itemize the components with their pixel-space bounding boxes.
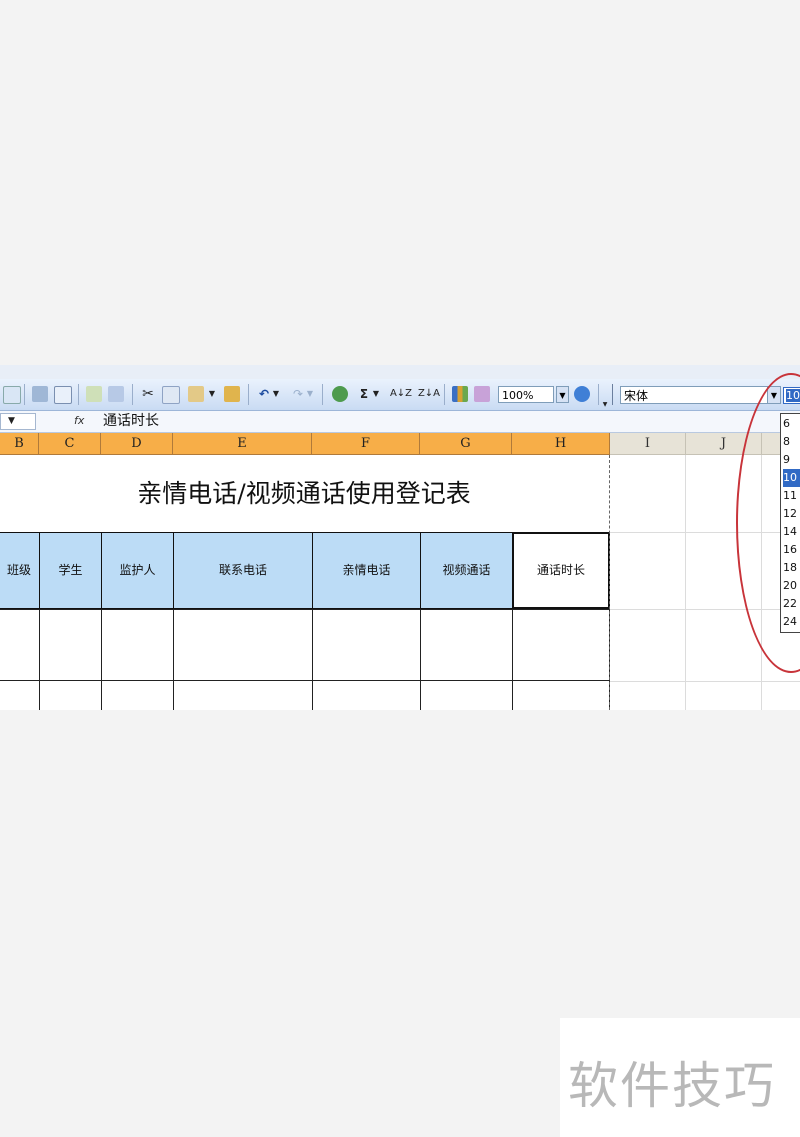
- table-cell[interactable]: [173, 680, 313, 710]
- redo-icon[interactable]: ↷: [290, 385, 306, 403]
- menu-item-format[interactable]: [160, 365, 204, 379]
- font-name-select[interactable]: 宋体: [620, 386, 768, 404]
- copy-icon[interactable]: [162, 386, 180, 404]
- header-cell-student[interactable]: 学生: [39, 532, 102, 609]
- chevron-down-icon[interactable]: ▼: [556, 386, 569, 403]
- header-cell-guardian[interactable]: 监护人: [101, 532, 174, 609]
- toolbar-separator: [24, 384, 25, 405]
- cut-icon[interactable]: ✂: [140, 385, 156, 403]
- column-headers: B C D E F G H I J: [0, 433, 800, 455]
- sort-descending-icon[interactable]: Z↓A: [416, 385, 442, 403]
- fx-icon[interactable]: fx: [74, 414, 84, 427]
- menu-item-window[interactable]: [340, 365, 384, 379]
- table-cell[interactable]: [0, 609, 40, 681]
- column-header[interactable]: G: [420, 433, 512, 455]
- menu-item-help[interactable]: [400, 365, 444, 379]
- menu-bar: [0, 365, 800, 379]
- chevron-down-icon[interactable]: ▼: [372, 385, 380, 403]
- spelling-icon[interactable]: [86, 386, 102, 402]
- hyperlink-icon[interactable]: [332, 386, 348, 402]
- print-icon[interactable]: [32, 386, 48, 402]
- toolbar-separator: [598, 384, 599, 405]
- menu-item-data[interactable]: [280, 365, 324, 379]
- toolbar-separator: [248, 384, 249, 405]
- header-cell-video-call[interactable]: 视频通话: [420, 532, 513, 609]
- menu-item-tools[interactable]: [220, 365, 264, 379]
- table-cell[interactable]: [39, 680, 102, 710]
- title-cell[interactable]: 亲情电话/视频通话使用登记表: [0, 455, 608, 532]
- chevron-down-icon[interactable]: ▼: [8, 413, 15, 429]
- toolbar-separator: [322, 384, 323, 405]
- header-cell-family-call[interactable]: 亲情电话: [312, 532, 421, 609]
- table-cell[interactable]: [0, 680, 40, 710]
- chevron-down-icon[interactable]: ▼: [306, 385, 314, 403]
- column-header[interactable]: I: [610, 433, 686, 455]
- toolbar-separator: [612, 384, 613, 405]
- table-cell[interactable]: [39, 609, 102, 681]
- help-icon[interactable]: [574, 386, 590, 402]
- table-cell[interactable]: [101, 680, 174, 710]
- paste-icon[interactable]: [188, 386, 204, 402]
- research-icon[interactable]: [108, 386, 124, 402]
- name-box[interactable]: [0, 413, 36, 430]
- standard-toolbar: ✂ ▼ ↶ ▼ ↷ ▼ Σ ▼ A↓Z Z↓A 100% ▼ ▼ 宋体 ▼ 10: [0, 379, 800, 411]
- menu-item-insert[interactable]: [104, 365, 144, 379]
- header-cell-phone[interactable]: 联系电话: [173, 532, 313, 609]
- table-cell[interactable]: [312, 680, 421, 710]
- undo-icon[interactable]: ↶: [256, 385, 272, 403]
- formula-bar: ▼ fx 通话时长: [0, 411, 800, 433]
- table-cell[interactable]: [512, 680, 610, 710]
- toolbar-separator: [444, 384, 445, 405]
- table-cell[interactable]: [101, 609, 174, 681]
- table-cell[interactable]: [420, 609, 513, 681]
- page-break-line: [609, 455, 610, 710]
- sheet-title: 亲情电话/视频通话使用登记表: [137, 479, 471, 508]
- drawing-icon[interactable]: [474, 386, 490, 402]
- worksheet-grid[interactable]: 亲情电话/视频通话使用登记表 班级 学生 监护人 联系电话 亲情电话 视频通话 …: [0, 455, 800, 710]
- autosum-icon[interactable]: Σ: [356, 385, 372, 403]
- grid-line: [685, 455, 686, 710]
- column-header[interactable]: D: [101, 433, 173, 455]
- chart-wizard-icon[interactable]: [452, 386, 468, 402]
- watermark-text: 软件技巧: [568, 1057, 776, 1115]
- column-header[interactable]: H: [512, 433, 610, 455]
- header-cell-class[interactable]: 班级: [0, 532, 40, 609]
- toolbar-separator: [78, 384, 79, 405]
- toolbar-separator: [132, 384, 133, 405]
- chevron-down-icon[interactable]: ▼: [272, 385, 280, 403]
- column-header[interactable]: B: [0, 433, 39, 455]
- menu-item-view[interactable]: [46, 365, 86, 379]
- menu-item-edit[interactable]: [0, 365, 26, 379]
- column-header[interactable]: F: [312, 433, 420, 455]
- save-icon[interactable]: [3, 386, 21, 404]
- header-cell-duration-active[interactable]: 通话时长: [512, 532, 610, 609]
- excel-window: ✂ ▼ ↶ ▼ ↷ ▼ Σ ▼ A↓Z Z↓A 100% ▼ ▼ 宋体 ▼ 10…: [0, 365, 800, 710]
- watermark: 软件技巧: [560, 1018, 800, 1137]
- table-cell[interactable]: [512, 609, 610, 681]
- formula-input[interactable]: 通话时长: [103, 412, 159, 431]
- table-cell[interactable]: [312, 609, 421, 681]
- chevron-down-icon[interactable]: ▼: [208, 385, 216, 403]
- table-cell[interactable]: [420, 680, 513, 710]
- sort-ascending-icon[interactable]: A↓Z: [388, 385, 414, 403]
- format-painter-icon[interactable]: [224, 386, 240, 402]
- table-cell[interactable]: [173, 609, 313, 681]
- column-header[interactable]: C: [39, 433, 101, 455]
- column-header[interactable]: E: [173, 433, 312, 455]
- zoom-input[interactable]: 100%: [498, 386, 554, 403]
- print-preview-icon[interactable]: [54, 386, 72, 404]
